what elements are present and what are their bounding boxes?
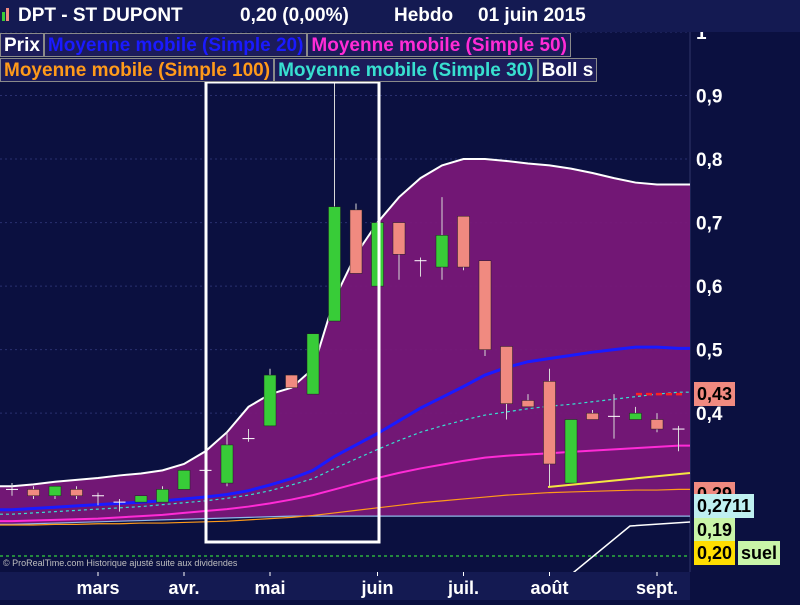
footer-note: © ProRealTime.com Historique ajusté suit… — [3, 558, 238, 568]
legend-item[interactable]: Prix — [0, 33, 44, 57]
price-label: suel — [738, 541, 781, 565]
legend-item[interactable]: Moyenne mobile (Simple 30) — [274, 58, 538, 82]
price-label: 0,20 — [694, 541, 736, 565]
legend-item[interactable]: Moyenne mobile (Simple 100) — [0, 58, 275, 82]
candle-down — [543, 381, 556, 465]
candle-up — [263, 374, 277, 427]
x-tick-label: juin — [361, 578, 394, 598]
x-tick-label: avr. — [168, 578, 199, 598]
candle-down — [392, 222, 406, 255]
candle-up — [629, 412, 642, 420]
candle-up — [564, 419, 578, 484]
chart-title-bar: DPT - ST DUPONT 0,20 (0,00%) Hebdo 01 ju… — [0, 0, 800, 32]
y-tick-label: 0,5 — [696, 341, 723, 362]
candle-up — [134, 495, 148, 503]
candle-down — [500, 346, 513, 404]
candle-down — [650, 419, 664, 430]
candle-up — [156, 489, 169, 503]
x-tick-label: août — [531, 578, 569, 598]
price-change: 0,20 (0,00%) — [240, 5, 349, 26]
period-label: Hebdo — [394, 5, 454, 26]
y-tick-label: 0,8 — [696, 150, 722, 171]
y-tick-label: 0,4 — [696, 404, 723, 425]
y-tick-label: 0,6 — [696, 277, 722, 298]
candle-up — [306, 333, 320, 395]
candle-down — [70, 489, 83, 497]
legend-item[interactable]: Moyenne mobile (Simple 20) — [43, 33, 308, 57]
candle-up — [220, 444, 234, 484]
legend-item[interactable]: Moyenne mobile (Simple 50) — [307, 33, 571, 57]
candle-down — [521, 400, 535, 408]
chart-date: 01 juin 2015 — [478, 5, 586, 26]
x-tick-label: mai — [254, 578, 285, 598]
chart-area[interactable]: 1 0,9 0,8 0,7 0,6 0,5 0,4 mars avr. mai juin juil. a… — [0, 0, 800, 601]
bar-chart-icon — [2, 8, 9, 21]
candle-down — [586, 412, 599, 420]
symbol-name: DPT - ST DUPONT — [18, 5, 183, 26]
candle-up — [48, 485, 62, 497]
x-tick-label: mars — [76, 578, 119, 598]
candle-up — [435, 235, 449, 268]
price-label: 0,19 — [694, 518, 736, 542]
candle-up — [177, 470, 191, 490]
legend-item[interactable]: Boll s — [537, 58, 598, 82]
y-tick-label: 0,9 — [696, 87, 722, 108]
x-tick-label: sept. — [636, 578, 678, 598]
x-tick-label: juil. — [447, 578, 479, 598]
candle-down — [349, 209, 363, 274]
candle-down — [27, 489, 40, 497]
candle-down — [478, 260, 492, 350]
candle-down — [285, 374, 298, 389]
y-tick-label: 0,7 — [696, 214, 722, 235]
candle-down — [457, 215, 470, 268]
price-label: 0,2711 — [694, 494, 755, 518]
candle-up — [328, 206, 341, 322]
price-chart[interactable]: 10,90,80,70,60,50,4mars avr. mai juin juil. a… — [0, 0, 800, 601]
price-label: 0,43 — [694, 382, 736, 407]
